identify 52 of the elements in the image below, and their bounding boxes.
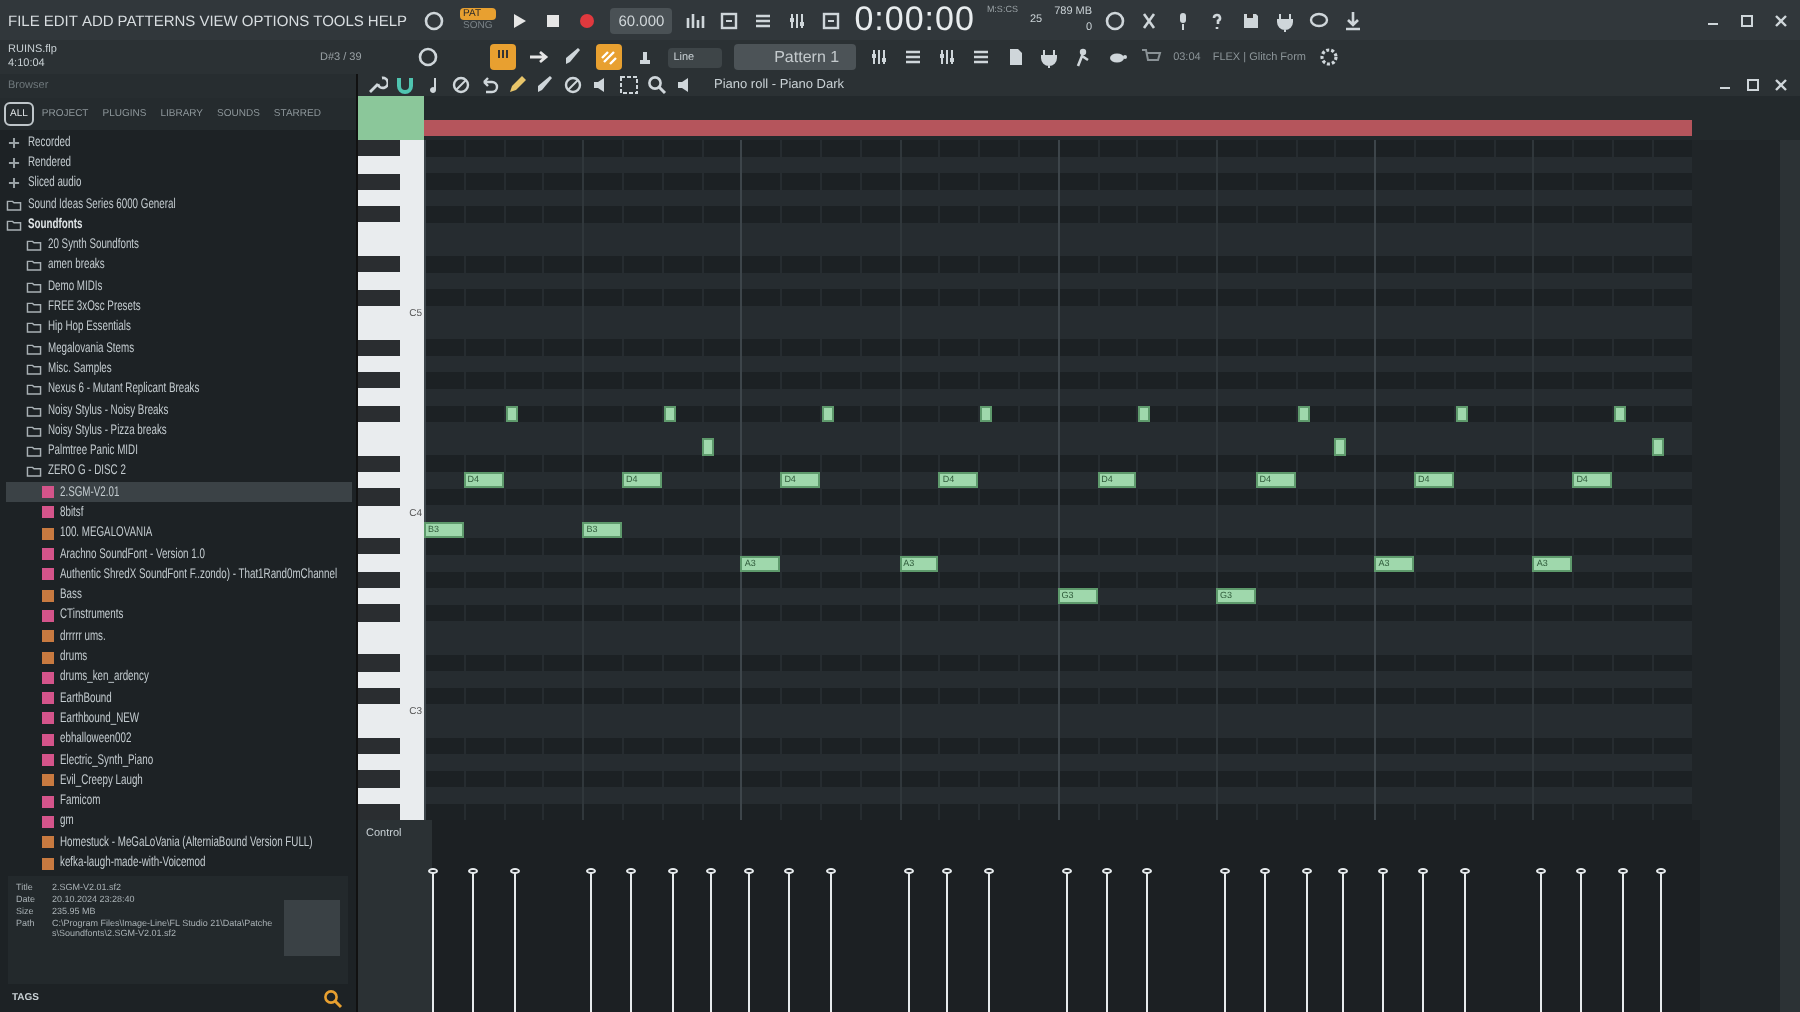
- sharp-key[interactable]: [358, 140, 400, 157]
- list-icon[interactable]: [901, 46, 924, 68]
- note-block[interactable]: [1334, 438, 1347, 456]
- sharp-key[interactable]: [358, 339, 400, 356]
- sharp-key[interactable]: [358, 687, 400, 705]
- sharp-key[interactable]: [358, 256, 400, 273]
- metronome-icon[interactable]: [684, 9, 707, 31]
- sharp-key[interactable]: [358, 289, 400, 306]
- arrow-icon[interactable]: [527, 46, 550, 68]
- pattern-selector[interactable]: Pattern 1: [734, 44, 856, 70]
- gear-icon[interactable]: [1318, 46, 1340, 68]
- maximize-icon[interactable]: [1742, 74, 1764, 96]
- sharp-key[interactable]: [358, 538, 400, 555]
- file-thumbnail-icon: [284, 900, 340, 956]
- pencil-icon[interactable]: [561, 46, 584, 68]
- search-icon[interactable]: [322, 987, 344, 1009]
- note-block[interactable]: [1651, 438, 1664, 456]
- save-icon[interactable]: [1240, 9, 1263, 31]
- sharp-key[interactable]: [358, 206, 400, 223]
- note-block[interactable]: [1138, 405, 1151, 423]
- sharp-key[interactable]: [358, 455, 400, 472]
- undo-icon[interactable]: [478, 74, 500, 96]
- sharp-key[interactable]: [358, 173, 400, 190]
- dial-icon[interactable]: [419, 9, 448, 31]
- knob-icon[interactable]: [413, 46, 442, 68]
- delete-icon[interactable]: [562, 74, 584, 96]
- chat-icon[interactable]: [1308, 9, 1331, 31]
- channel-rack-icon[interactable]: [867, 46, 890, 68]
- maximize-icon[interactable]: [1736, 9, 1758, 31]
- time-display: 0:00:00: [854, 0, 975, 40]
- stop-icon[interactable]: [542, 9, 565, 31]
- select-icon[interactable]: [618, 74, 640, 96]
- note-block[interactable]: [980, 405, 993, 423]
- plug-icon[interactable]: [1274, 9, 1297, 31]
- plug-icon[interactable]: [1037, 46, 1060, 68]
- close-icon[interactable]: [1770, 9, 1792, 31]
- record-icon[interactable]: [576, 9, 599, 31]
- close-icon[interactable]: [1770, 74, 1792, 96]
- sharp-key[interactable]: [358, 571, 400, 589]
- person-icon[interactable]: [1071, 46, 1094, 68]
- sharp-key[interactable]: [358, 372, 400, 389]
- download-icon[interactable]: [1342, 9, 1365, 31]
- note-block[interactable]: [701, 438, 714, 456]
- control-lane[interactable]: [432, 820, 1700, 1012]
- play-icon[interactable]: [508, 9, 531, 31]
- sharp-key[interactable]: [358, 737, 400, 755]
- tree-icon[interactable]: [969, 46, 992, 68]
- mixer-icon[interactable]: [935, 46, 958, 68]
- magnet-icon[interactable]: [394, 74, 416, 96]
- sharp-key[interactable]: [358, 405, 400, 423]
- wrench-icon[interactable]: [366, 74, 388, 96]
- zoom-icon[interactable]: [646, 74, 668, 96]
